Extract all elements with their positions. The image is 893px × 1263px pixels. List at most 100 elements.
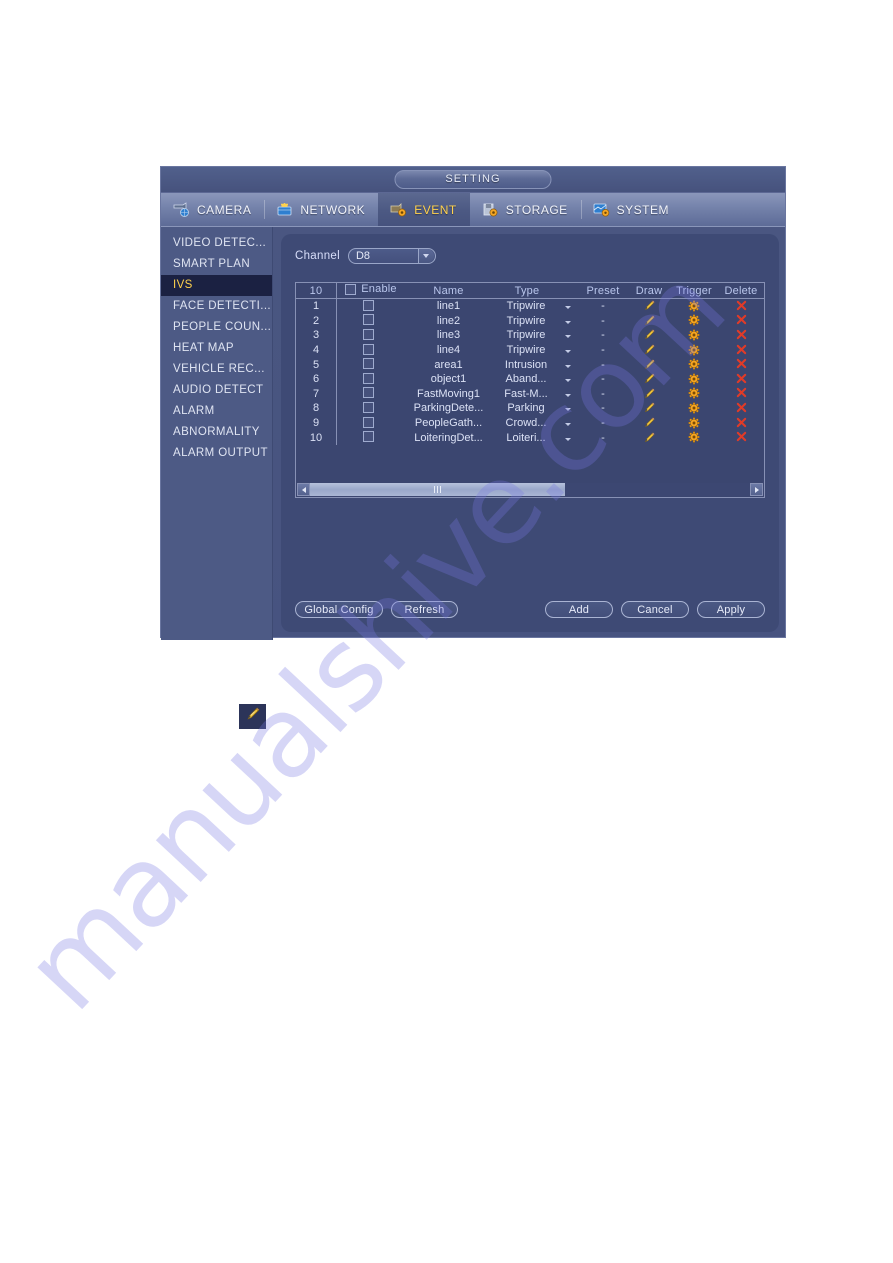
header-type-spacer (558, 283, 578, 299)
enable-checkbox[interactable] (363, 401, 374, 413)
row-type: Loiteri... (506, 431, 546, 444)
enable-checkbox[interactable] (363, 358, 374, 370)
row-draw-button[interactable] (628, 314, 670, 329)
row-enable-cell (337, 372, 402, 387)
tab-label: CAMERA (197, 202, 252, 217)
apply-button[interactable]: Apply (697, 601, 765, 618)
sidebar-item-alarm-output[interactable]: ALARM OUTPUT (161, 443, 272, 464)
row-type-dropdown[interactable] (558, 357, 578, 372)
tab-storage[interactable]: STORAGE (470, 193, 581, 226)
row-type-dropdown[interactable] (558, 314, 578, 329)
sidebar-item-abnormality[interactable]: ABNORMALITY (161, 422, 272, 443)
row-trigger-button[interactable] (670, 343, 718, 358)
row-preset: - (601, 387, 605, 400)
row-draw-button[interactable] (628, 401, 670, 416)
close-icon (736, 402, 747, 413)
row-type-dropdown[interactable] (558, 416, 578, 431)
row-draw-button[interactable] (628, 416, 670, 431)
row-trigger-button[interactable] (670, 299, 718, 314)
sidebar-item-smart-plan[interactable]: SMART PLAN (161, 254, 272, 275)
sidebar-item-heat-map[interactable]: HEAT MAP (161, 338, 272, 359)
row-delete-button[interactable] (718, 314, 764, 329)
row-type-dropdown[interactable] (558, 328, 578, 343)
row-type: Fast-M... (504, 387, 548, 400)
row-trigger-button[interactable] (670, 328, 718, 343)
pencil-icon (245, 706, 261, 727)
tab-system[interactable]: SYSTEM (580, 193, 682, 226)
row-type-dropdown[interactable] (558, 343, 578, 358)
row-delete-button[interactable] (718, 299, 764, 314)
row-delete-button[interactable] (718, 328, 764, 343)
select-all-checkbox[interactable] (345, 283, 357, 295)
row-draw-button[interactable] (628, 343, 670, 358)
sidebar-item-face-detect[interactable]: FACE DETECTI... (161, 296, 272, 317)
row-draw-button[interactable] (628, 387, 670, 402)
row-delete-button[interactable] (718, 387, 764, 402)
row-draw-button[interactable] (628, 372, 670, 387)
scroll-left-button[interactable] (297, 483, 310, 496)
row-delete-button[interactable] (718, 343, 764, 358)
row-trigger-button[interactable] (670, 401, 718, 416)
global-config-button[interactable]: Global Config (295, 601, 383, 618)
tab-label: NETWORK (300, 202, 366, 217)
sidebar-item-ivs[interactable]: IVS (161, 275, 272, 296)
row-delete-button[interactable] (718, 401, 764, 416)
enable-checkbox[interactable] (363, 416, 374, 428)
enable-checkbox[interactable] (363, 328, 374, 340)
row-type: Intrusion (504, 358, 548, 371)
close-icon (736, 329, 747, 340)
enable-checkbox[interactable] (363, 343, 374, 355)
row-trigger-button[interactable] (670, 357, 718, 372)
cancel-button[interactable]: Cancel (621, 601, 689, 618)
row-trigger-button[interactable] (670, 314, 718, 329)
tab-camera[interactable]: CAMERA (161, 193, 264, 226)
chevron-down-icon[interactable] (417, 249, 434, 263)
scrollbar-track[interactable] (310, 483, 750, 496)
enable-checkbox[interactable] (363, 372, 374, 384)
sidebar-item-people-counting[interactable]: PEOPLE COUN... (161, 317, 272, 338)
close-icon (736, 387, 747, 398)
scroll-right-button[interactable] (750, 483, 763, 496)
tab-event[interactable]: EVENT (378, 193, 470, 226)
row-type: Parking (507, 402, 545, 415)
sidebar-item-vehicle-recog[interactable]: VEHICLE REC... (161, 359, 272, 380)
row-draw-button[interactable] (628, 299, 670, 314)
tab-network[interactable]: NETWORK (264, 193, 378, 226)
row-delete-button[interactable] (718, 416, 764, 431)
enable-checkbox[interactable] (363, 299, 374, 311)
row-draw-button[interactable] (628, 328, 670, 343)
row-type-dropdown[interactable] (558, 401, 578, 416)
row-type-dropdown[interactable] (558, 299, 578, 314)
refresh-button[interactable]: Refresh (391, 601, 458, 618)
channel-label: Channel (295, 250, 340, 262)
close-icon (736, 300, 747, 311)
row-trigger-button[interactable] (670, 416, 718, 431)
row-type-dropdown[interactable] (558, 430, 578, 445)
header-enable-label: Enable (361, 283, 397, 296)
row-draw-button[interactable] (628, 430, 670, 445)
channel-select[interactable]: D8 (347, 248, 436, 264)
row-trigger-button[interactable] (670, 372, 718, 387)
horizontal-scrollbar[interactable] (297, 483, 763, 496)
row-enable-cell (337, 299, 402, 314)
window-body: VIDEO DETEC... SMART PLAN IVS FACE DETEC… (161, 227, 785, 640)
enable-checkbox[interactable] (363, 387, 374, 399)
row-preset: - (601, 373, 605, 386)
row-delete-button[interactable] (718, 372, 764, 387)
sidebar-item-audio-detect[interactable]: AUDIO DETECT (161, 380, 272, 401)
row-delete-button[interactable] (718, 357, 764, 372)
enable-checkbox[interactable] (363, 431, 374, 443)
scrollbar-thumb[interactable] (310, 483, 566, 496)
sidebar-item-video-detect[interactable]: VIDEO DETEC... (161, 233, 272, 254)
enable-checkbox[interactable] (363, 314, 374, 326)
header-enable: Enable (336, 283, 401, 299)
row-draw-button[interactable] (628, 357, 670, 372)
gear-icon (688, 373, 700, 385)
sidebar-item-alarm[interactable]: ALARM (161, 401, 272, 422)
add-button[interactable]: Add (545, 601, 613, 618)
row-type-dropdown[interactable] (558, 372, 578, 387)
row-delete-button[interactable] (718, 430, 764, 445)
row-trigger-button[interactable] (670, 387, 718, 402)
row-type-dropdown[interactable] (558, 387, 578, 402)
row-trigger-button[interactable] (670, 430, 718, 445)
